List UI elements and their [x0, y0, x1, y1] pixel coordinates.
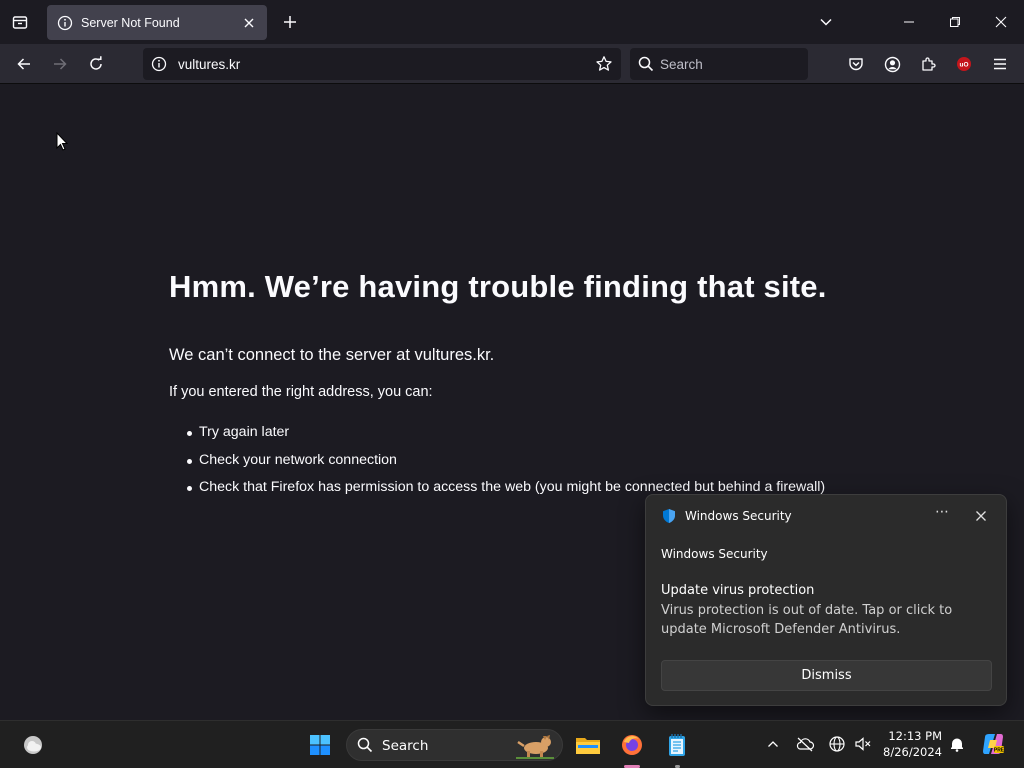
- back-button[interactable]: [10, 50, 38, 78]
- site-info-icon[interactable]: [151, 56, 167, 72]
- windows-security-shield-icon: [663, 509, 675, 523]
- error-subtitle: We can’t connect to the server at vultur…: [169, 346, 495, 364]
- speaker-muted-icon: [855, 737, 871, 751]
- start-button[interactable]: [301, 727, 339, 763]
- suggestion-item: Check your network connection: [187, 447, 825, 475]
- taskbar-search-label: Search: [382, 738, 429, 754]
- mouse-pointer-icon: [56, 132, 68, 151]
- close-window-button[interactable]: [986, 8, 1016, 36]
- notification-close-button[interactable]: [972, 507, 990, 525]
- notification-app-name: Windows Security: [685, 509, 792, 523]
- show-hidden-icons-button[interactable]: [762, 733, 784, 755]
- clock-time: 12:13 PM: [888, 729, 942, 743]
- error-title: Hmm. We’re having trouble finding that s…: [169, 269, 827, 304]
- chevron-up-icon: [768, 741, 778, 747]
- cloud-off-icon: [796, 737, 815, 752]
- reload-button[interactable]: [82, 50, 110, 78]
- restore-button[interactable]: [940, 8, 970, 36]
- list-all-tabs-button[interactable]: [811, 8, 841, 36]
- ublock-shield-icon: uO: [957, 57, 971, 71]
- notepad-icon: [669, 734, 685, 756]
- reload-icon: [90, 56, 102, 70]
- minimize-button[interactable]: [894, 8, 924, 36]
- navigation-toolbar: vultures.kr Search uO: [0, 44, 1024, 84]
- notification-title: Update virus protection: [661, 583, 815, 598]
- firefox-taskbar-button[interactable]: [613, 727, 651, 763]
- puzzle-icon: [922, 57, 936, 71]
- copilot-button[interactable]: PRE: [980, 731, 1006, 757]
- clock-date: 8/26/2024: [883, 745, 942, 759]
- search-placeholder: Search: [660, 57, 703, 72]
- info-icon: [57, 15, 73, 30]
- close-icon: [995, 16, 1007, 28]
- account-icon: [884, 56, 900, 72]
- arrow-left-icon: [17, 58, 30, 70]
- new-tab-button[interactable]: [279, 11, 301, 33]
- volume-tray-button[interactable]: [852, 733, 874, 755]
- restore-icon: [950, 17, 960, 27]
- tab-list-button[interactable]: [6, 8, 34, 36]
- search-bar[interactable]: Search: [630, 48, 808, 80]
- pocket-icon: [849, 58, 863, 71]
- dismiss-button[interactable]: Dismiss: [661, 660, 992, 691]
- network-tray-button[interactable]: [826, 733, 848, 755]
- windows-security-notification[interactable]: Windows Security ⋯ Windows Security Upda…: [645, 494, 1007, 706]
- notepad-button[interactable]: [658, 727, 696, 763]
- error-lead-text: If you entered the right address, you ca…: [169, 384, 433, 400]
- notifications-button[interactable]: [946, 733, 968, 755]
- search-icon: [357, 737, 373, 753]
- search-highlight-dog-icon: [516, 735, 554, 759]
- file-explorer-button[interactable]: [569, 727, 607, 763]
- account-button[interactable]: [878, 50, 906, 78]
- widgets-button[interactable]: [14, 727, 52, 763]
- close-icon: [976, 511, 986, 521]
- suggestion-list: Try again later Check your network conne…: [187, 419, 825, 502]
- tab-close-button[interactable]: [241, 15, 257, 31]
- bookmark-star-icon[interactable]: [595, 55, 613, 73]
- chevron-down-icon: [820, 18, 832, 26]
- svg-text:uO: uO: [959, 62, 968, 69]
- tab-active[interactable]: Server Not Found: [47, 5, 267, 40]
- search-icon: [638, 56, 654, 72]
- firefox-icon: [622, 735, 642, 755]
- pocket-button[interactable]: [842, 50, 870, 78]
- folder-icon: [576, 738, 600, 754]
- plus-icon: [284, 16, 296, 28]
- app-menu-button[interactable]: [986, 50, 1014, 78]
- notification-more-button[interactable]: ⋯: [932, 504, 952, 528]
- tab-title: Server Not Found: [81, 15, 180, 30]
- hamburger-menu-icon: [994, 58, 1006, 70]
- ublock-origin-button[interactable]: uO: [950, 50, 978, 78]
- taskbar-search-box[interactable]: Search: [346, 729, 563, 761]
- globe-icon: [829, 736, 845, 752]
- notification-source: Windows Security: [661, 547, 768, 561]
- arrow-right-icon: [54, 58, 67, 70]
- bell-icon: [951, 738, 963, 752]
- close-icon: [244, 18, 254, 27]
- minimize-icon: [904, 21, 914, 23]
- url-bar[interactable]: vultures.kr: [143, 48, 621, 80]
- extensions-button[interactable]: [914, 50, 942, 78]
- taskbar: Search 12:13 PM 8/26/2024 PRE: [0, 720, 1024, 768]
- tab-list-icon: [12, 16, 28, 29]
- notification-body: Virus protection is out of date. Tap or …: [661, 603, 953, 637]
- forward-button[interactable]: [46, 50, 74, 78]
- windows-logo-icon: [310, 735, 330, 755]
- copilot-icon: PRE: [983, 734, 1005, 754]
- tab-bar: Server Not Found: [0, 0, 1024, 44]
- onedrive-tray-button[interactable]: [794, 733, 816, 755]
- taskbar-clock[interactable]: 12:13 PM 8/26/2024: [876, 728, 942, 760]
- suggestion-item: Try again later: [187, 419, 825, 447]
- url-text[interactable]: vultures.kr: [178, 57, 240, 72]
- weather-cloud-icon: [24, 736, 42, 754]
- svg-text:PRE: PRE: [994, 748, 1005, 754]
